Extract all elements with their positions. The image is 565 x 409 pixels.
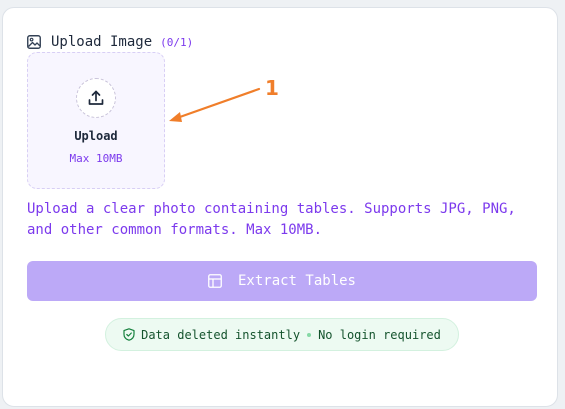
upload-dropzone[interactable]: Upload Max 10MB bbox=[27, 52, 165, 189]
upload-card: Upload Image (0/1) Upload Max 10MB 1 Upl… bbox=[2, 7, 558, 407]
badge-left-text: Data deleted instantly bbox=[141, 327, 301, 342]
upload-title: Upload Image bbox=[51, 34, 153, 50]
image-icon bbox=[27, 35, 41, 49]
upload-count: (0/1) bbox=[160, 35, 194, 49]
extract-tables-button[interactable]: Extract Tables bbox=[27, 261, 537, 301]
dropzone-label: Upload bbox=[74, 129, 118, 143]
upload-icon bbox=[87, 89, 105, 107]
dropzone-limit: Max 10MB bbox=[69, 152, 123, 165]
privacy-badge: Data deleted instantly No login required bbox=[105, 318, 459, 351]
extract-tables-label: Extract Tables bbox=[237, 273, 356, 289]
upload-description: Upload a clear photo containing tables. … bbox=[27, 201, 516, 238]
upload-icon-circle bbox=[76, 78, 116, 118]
badge-right-text: No login required bbox=[318, 327, 441, 342]
separator-dot bbox=[307, 332, 312, 337]
annotation-number: 1 bbox=[265, 76, 279, 100]
shield-check-icon bbox=[123, 328, 135, 341]
table-icon bbox=[208, 274, 222, 288]
upload-header: Upload Image (0/1) bbox=[27, 33, 193, 51]
